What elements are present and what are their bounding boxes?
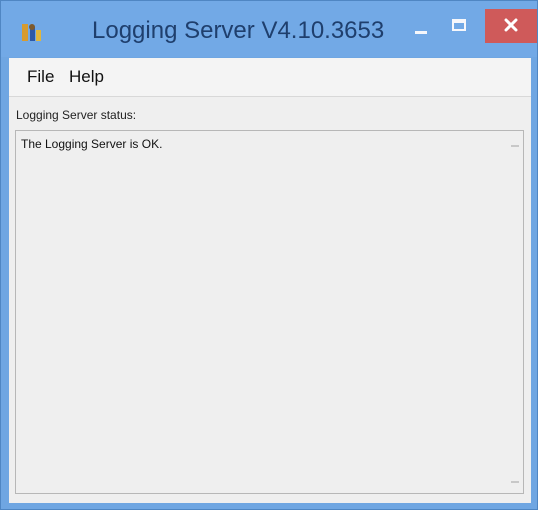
minimize-icon (415, 31, 427, 34)
maximize-icon (452, 19, 466, 31)
main-content: Logging Server status: The Logging Serve… (9, 97, 531, 503)
close-button[interactable] (485, 9, 537, 43)
status-label: Logging Server status: (16, 108, 137, 122)
minimize-button[interactable] (405, 13, 439, 43)
window-title: Logging Server V4.10.3653 (92, 17, 385, 44)
scroll-down-icon[interactable] (511, 481, 519, 483)
logging-server-window: Logging Server V4.10.3653 File Help Logg… (0, 0, 538, 510)
title-bar[interactable]: Logging Server V4.10.3653 (1, 1, 537, 57)
logging-server-app-icon (22, 24, 41, 41)
close-icon (504, 18, 518, 32)
menu-bar: File Help (9, 58, 531, 97)
status-log-text: The Logging Server is OK. (21, 137, 163, 151)
vertical-scrollbar[interactable] (506, 131, 523, 493)
menu-file[interactable]: File (27, 67, 54, 87)
window-bottom-border (9, 503, 531, 509)
menu-help[interactable]: Help (69, 67, 104, 87)
status-log-box[interactable]: The Logging Server is OK. (15, 130, 524, 494)
scroll-up-icon[interactable] (511, 145, 519, 147)
maximize-button[interactable] (442, 13, 476, 43)
